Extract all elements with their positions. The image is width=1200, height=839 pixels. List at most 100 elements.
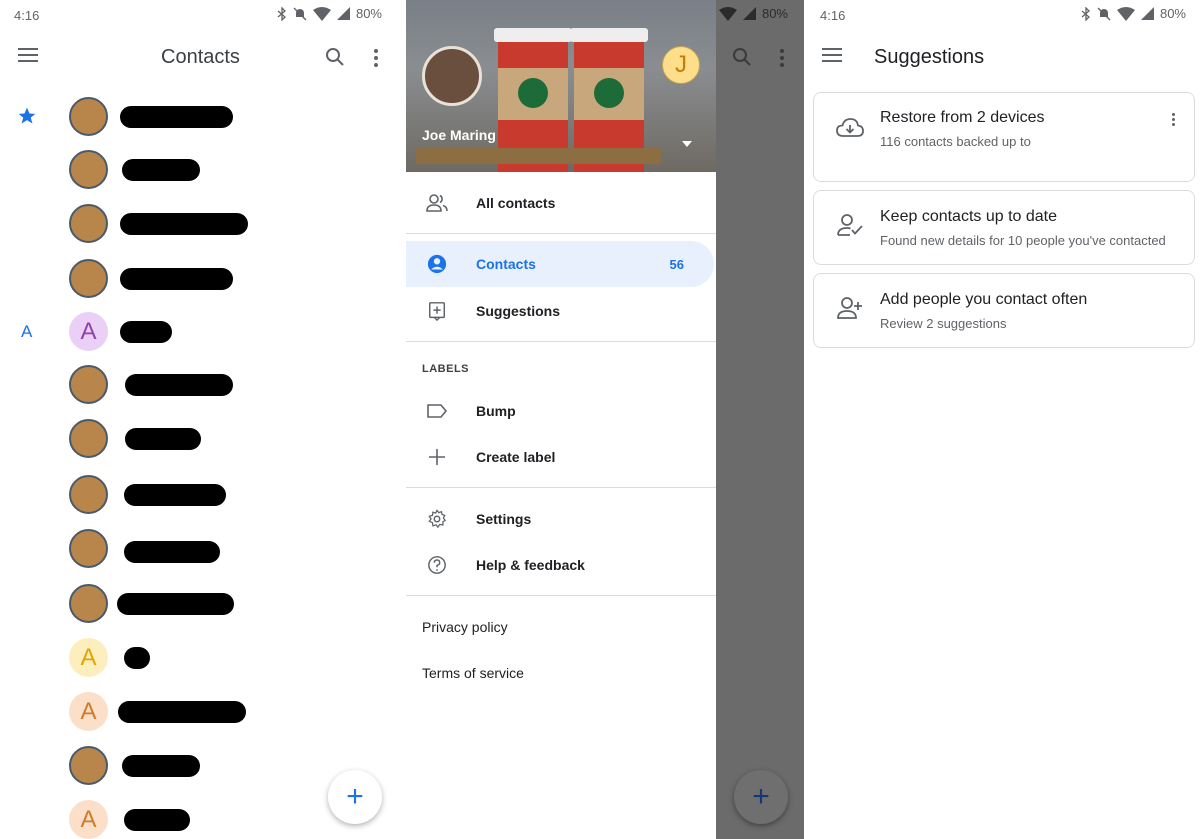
help-icon (428, 556, 446, 574)
terms-of-service-link[interactable]: Terms of service (422, 665, 524, 681)
drawer-item-label: Contacts (476, 256, 536, 272)
redacted-name (120, 321, 172, 343)
list-item[interactable] (0, 358, 402, 410)
list-item[interactable]: A (0, 631, 402, 683)
chevron-down-icon[interactable] (682, 141, 692, 147)
more-options-icon[interactable] (1172, 113, 1176, 128)
divider (406, 487, 716, 488)
drawer-item-settings[interactable]: Settings (406, 496, 716, 542)
card-subtitle: Found new details for 10 people you've c… (880, 233, 1166, 248)
redacted-name (124, 541, 220, 563)
mute-bell-icon (293, 7, 307, 20)
wifi-icon (312, 6, 331, 21)
signal-icon (742, 7, 756, 20)
plus-icon (429, 449, 445, 465)
redacted-name (120, 213, 248, 235)
card-subtitle: 116 contacts backed up to (880, 134, 1031, 149)
drawer-item-label: Help & feedback (476, 557, 585, 573)
avatar (69, 475, 108, 514)
card-subtitle: Review 2 suggestions (880, 316, 1007, 331)
person-add-icon (837, 297, 862, 319)
search-icon (733, 48, 751, 66)
page-title: Contacts (161, 46, 240, 68)
list-item[interactable] (0, 90, 402, 142)
redacted-name (118, 701, 246, 723)
avatar (69, 529, 108, 568)
account-avatar[interactable] (422, 46, 482, 106)
list-item[interactable]: A (0, 685, 402, 737)
avatar (69, 259, 108, 298)
avatar: A (69, 312, 108, 351)
avatar: A (69, 800, 108, 839)
list-item[interactable]: A (0, 305, 402, 357)
list-item[interactable] (0, 412, 402, 464)
more-options-icon (780, 49, 784, 70)
status-icons: 80% (1081, 6, 1186, 21)
drawer-item-create-label[interactable]: Create label (406, 434, 716, 480)
scrim[interactable]: 80% + (683, 0, 804, 839)
redacted-name (124, 647, 150, 669)
drawer-item-suggestions[interactable]: Suggestions (406, 288, 716, 334)
avatar (69, 419, 108, 458)
top-app-bar: Suggestions (806, 36, 1200, 80)
avatar (69, 365, 108, 404)
status-time: 4:16 (820, 8, 846, 23)
battery-level: 80% (761, 6, 788, 21)
battery-level: 80% (1159, 6, 1186, 21)
redacted-name (117, 593, 234, 615)
card-title: Restore from 2 devices (880, 109, 1045, 126)
status-bar: 4:16 80% (806, 0, 1200, 30)
labels-heading: LABELS (422, 363, 469, 375)
menu-icon[interactable] (18, 48, 38, 64)
divider (406, 233, 716, 234)
avatar (69, 204, 108, 243)
wifi-icon (718, 6, 737, 21)
drawer-item-label-bump[interactable]: Bump (406, 388, 716, 434)
suggestion-card-restore[interactable]: Restore from 2 devices 116 contacts back… (813, 92, 1195, 182)
avatar: A (69, 692, 108, 731)
redacted-name (125, 374, 233, 396)
signal-icon (1140, 7, 1154, 20)
status-icons: 80% (277, 6, 382, 21)
bluetooth-icon (277, 6, 286, 21)
menu-icon[interactable] (822, 48, 842, 64)
search-icon[interactable] (325, 47, 345, 67)
more-options-icon[interactable] (374, 49, 378, 70)
drawer-screen: 80% + J Joe Maring All contacts Contacts… (406, 0, 804, 839)
page-title: Suggestions (874, 46, 985, 68)
bluetooth-icon (1081, 6, 1090, 21)
signal-icon (336, 7, 350, 20)
account-circle-icon (427, 254, 447, 274)
drawer-item-all-contacts[interactable]: All contacts (406, 180, 716, 226)
list-item[interactable] (0, 468, 402, 520)
avatar (69, 584, 108, 623)
switch-account-avatar[interactable]: J (662, 46, 700, 84)
list-item[interactable] (0, 252, 402, 304)
avatar (69, 97, 108, 136)
list-item[interactable] (0, 143, 402, 195)
suggestions-screen: 4:16 80% Suggestions Restore from 2 devi… (806, 0, 1200, 839)
contacts-screen: 4:16 80% Contacts A A A A A + (0, 0, 402, 839)
suggestion-card-keep-up-to-date[interactable]: Keep contacts up to date Found new detai… (813, 190, 1195, 265)
list-item[interactable] (0, 197, 402, 249)
redacted-name (125, 428, 201, 450)
drawer-item-help[interactable]: Help & feedback (406, 542, 716, 588)
list-item[interactable] (0, 522, 402, 574)
status-time: 4:16 (14, 8, 40, 23)
card-title: Add people you contact often (880, 291, 1088, 308)
drawer-item-label: Create label (476, 449, 556, 465)
redacted-name (122, 755, 200, 777)
person-check-icon (837, 214, 863, 236)
drawer-item-label: Settings (476, 511, 532, 527)
contact-count: 56 (669, 257, 684, 272)
redacted-name (120, 268, 233, 290)
drawer-item-contacts[interactable]: Contacts 56 (406, 241, 714, 287)
suggestion-card-add-people[interactable]: Add people you contact often Review 2 su… (813, 273, 1195, 348)
list-item[interactable] (0, 577, 402, 629)
label-icon (427, 404, 448, 418)
add-contact-fab[interactable]: + (328, 770, 382, 824)
account-header: J Joe Maring (406, 0, 716, 172)
drawer-item-label: All contacts (476, 195, 556, 211)
privacy-policy-link[interactable]: Privacy policy (422, 619, 508, 635)
gear-icon (428, 509, 447, 529)
